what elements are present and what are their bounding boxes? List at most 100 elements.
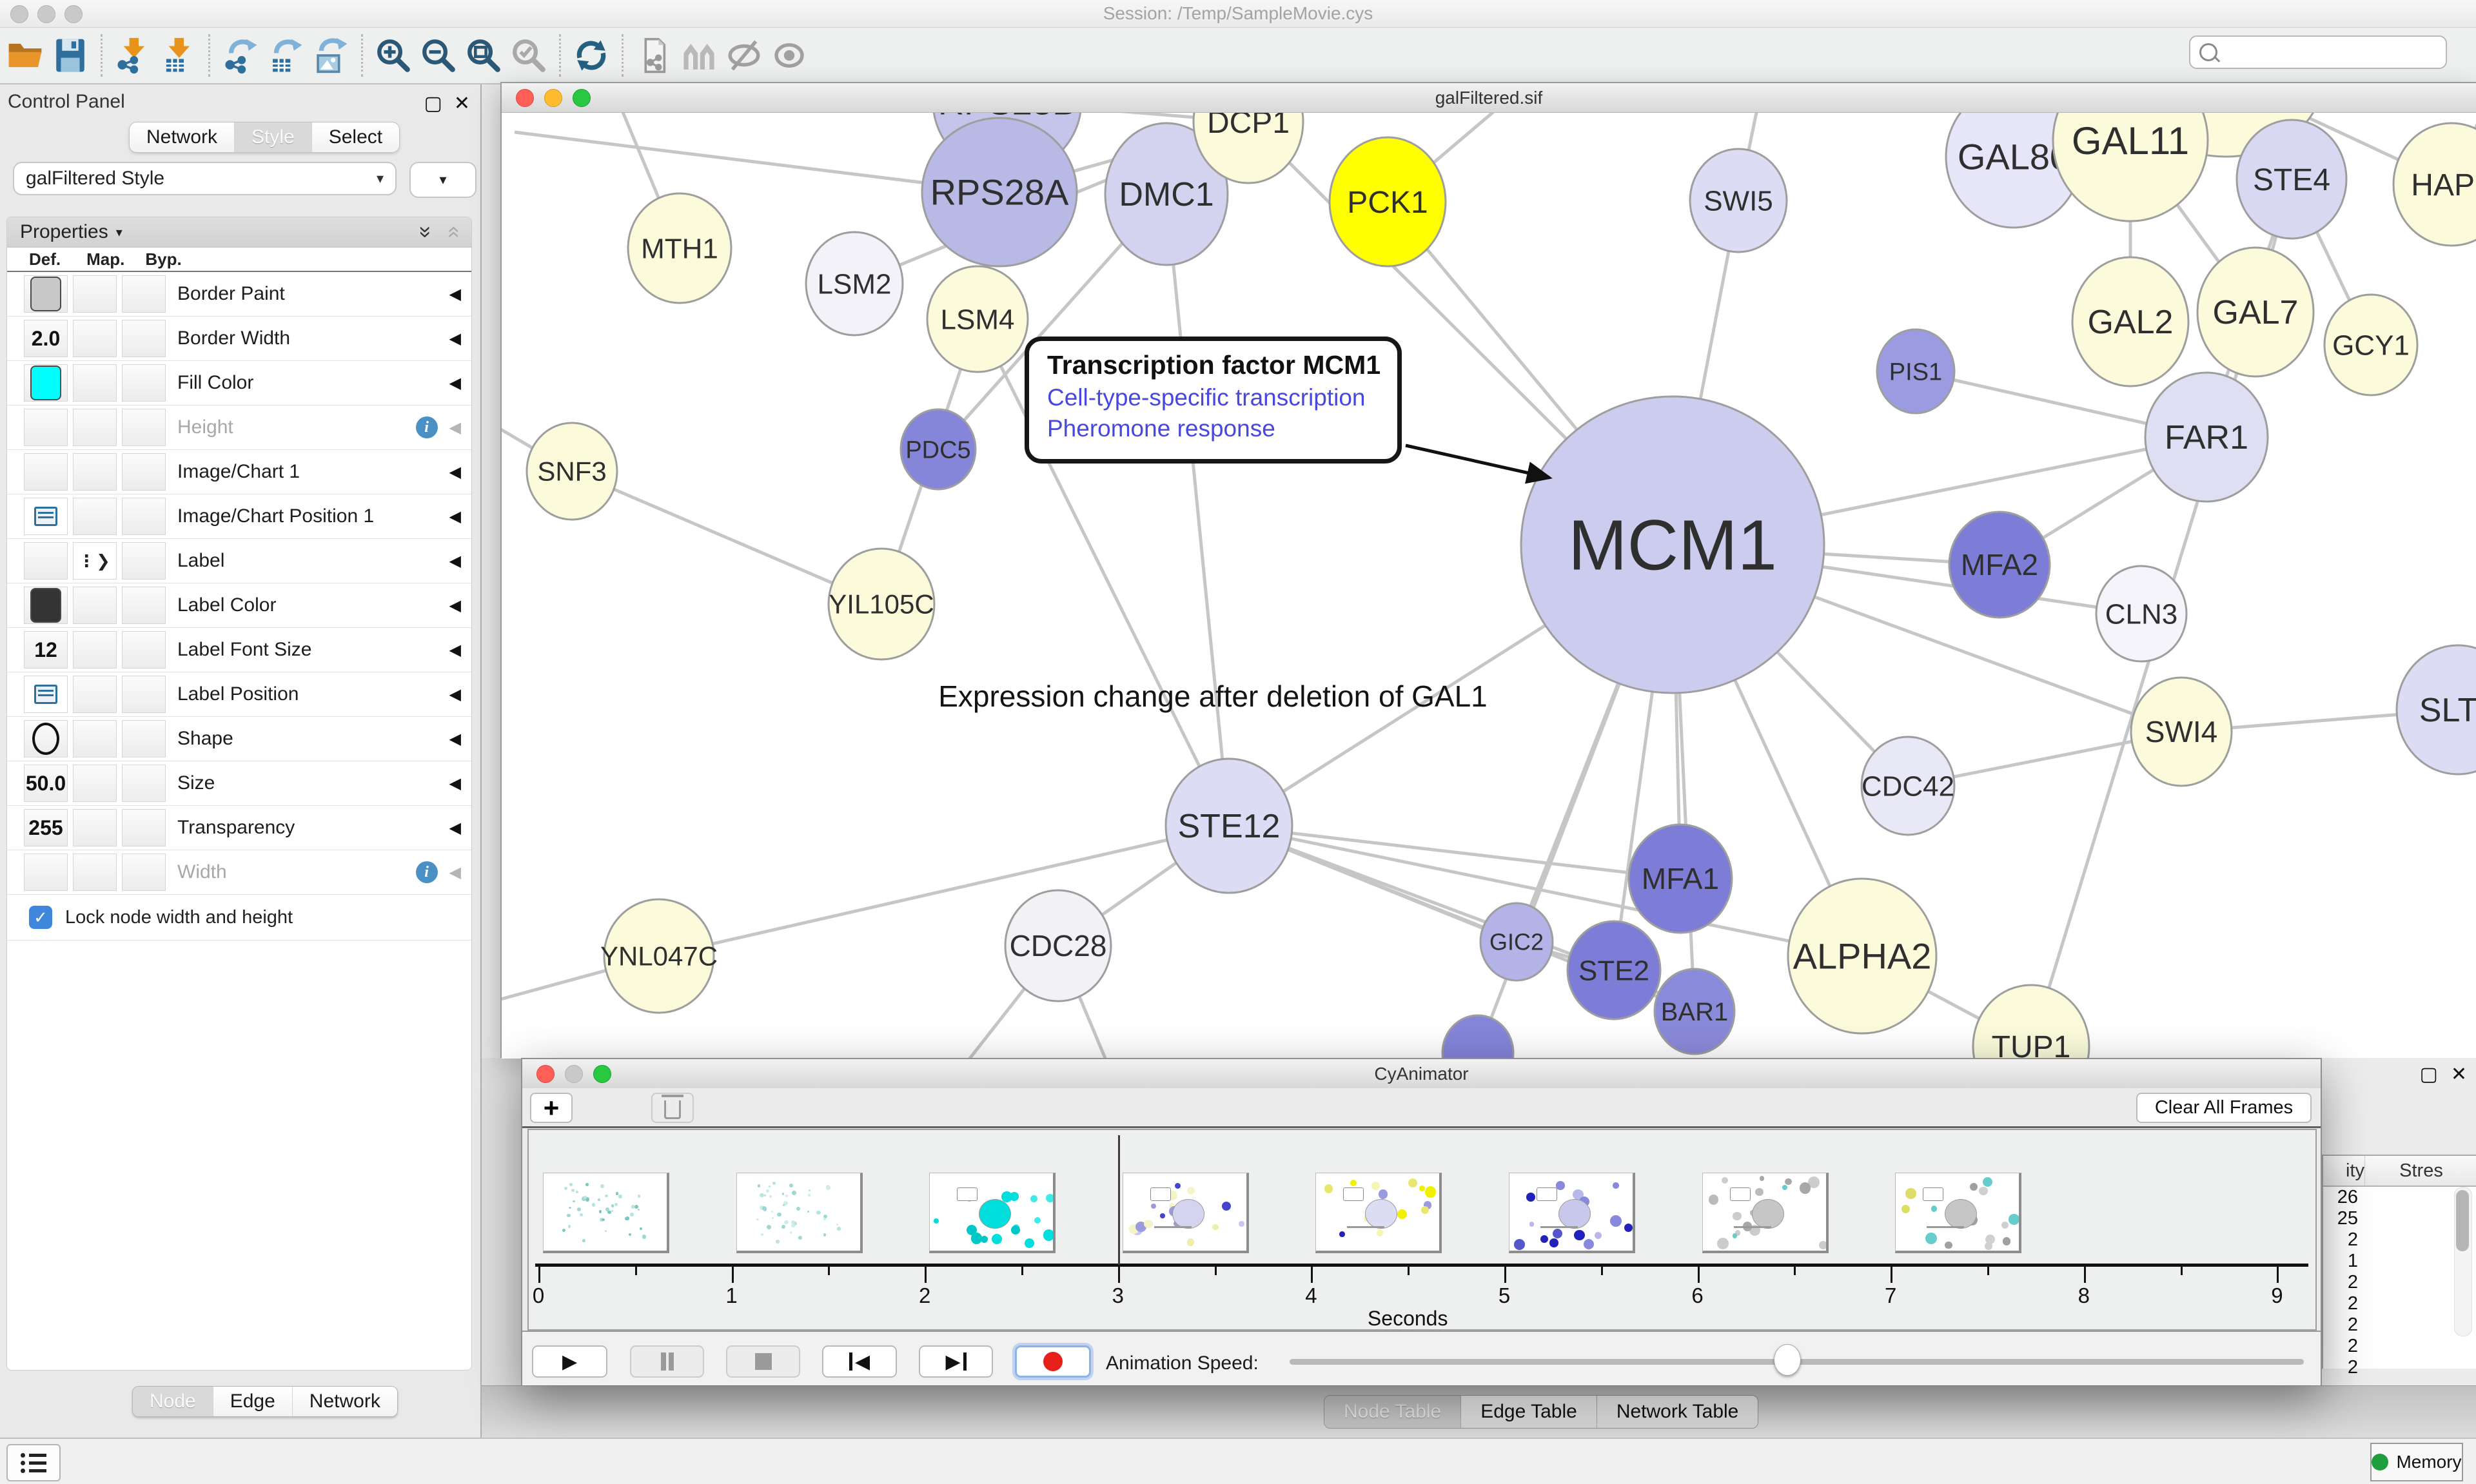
annotation-caption[interactable]: Expression change after deletion of GAL1: [897, 679, 1529, 714]
property-def-cell[interactable]: 255: [24, 809, 68, 846]
save-session-icon[interactable]: [48, 32, 93, 79]
property-byp-cell[interactable]: [122, 320, 166, 357]
property-byp-cell[interactable]: [122, 542, 166, 580]
open-session-icon[interactable]: [3, 32, 48, 79]
property-map-cell[interactable]: [73, 275, 117, 313]
expand-row-icon[interactable]: ◀: [449, 685, 461, 704]
import-network-icon[interactable]: [110, 32, 155, 79]
delete-frame-button[interactable]: [651, 1093, 694, 1123]
tab-node-table[interactable]: Node Table: [1324, 1396, 1461, 1428]
table-column-header[interactable]: Stres: [2365, 1156, 2476, 1186]
table-row[interactable]: 2: [2323, 1293, 2476, 1314]
property-byp-cell[interactable]: [122, 854, 166, 891]
memory-button[interactable]: Memory: [2370, 1443, 2463, 1481]
property-byp-cell[interactable]: [122, 498, 166, 535]
property-map-cell[interactable]: [73, 676, 117, 713]
collapse-all-icon[interactable]: »: [442, 226, 464, 239]
expand-row-icon[interactable]: ◀: [449, 552, 461, 571]
property-def-cell[interactable]: [24, 854, 68, 891]
tab-style[interactable]: Style: [235, 122, 312, 152]
search-input[interactable]: [2224, 41, 2439, 63]
expand-row-icon[interactable]: ◀: [449, 641, 461, 659]
tab-network[interactable]: Network: [130, 122, 235, 152]
timeline[interactable]: 0123456789Seconds: [527, 1129, 2317, 1331]
zoom-fit-icon[interactable]: [461, 32, 506, 79]
table-row[interactable]: 2: [2323, 1272, 2476, 1293]
property-map-cell[interactable]: [73, 498, 117, 535]
property-byp-cell[interactable]: [122, 453, 166, 491]
table-row[interactable]: 2: [2323, 1229, 2476, 1251]
frame-thumbnail-2[interactable]: [929, 1173, 1056, 1253]
tab-network-table[interactable]: Network Table: [1597, 1396, 1758, 1428]
expand-row-icon[interactable]: ◀: [449, 863, 461, 882]
property-map-cell[interactable]: [73, 765, 117, 802]
stop-button[interactable]: [726, 1345, 800, 1378]
tab-select[interactable]: Select: [312, 122, 399, 152]
property-map-cell[interactable]: ⋮❯: [73, 542, 117, 580]
table-row[interactable]: 25: [2323, 1208, 2476, 1229]
property-def-cell[interactable]: [24, 542, 68, 580]
property-byp-cell[interactable]: [122, 676, 166, 713]
property-byp-cell[interactable]: [122, 587, 166, 624]
property-byp-cell[interactable]: [122, 631, 166, 669]
property-def-cell[interactable]: [24, 498, 68, 535]
show-eye-icon[interactable]: [767, 32, 812, 79]
clear-all-frames-button[interactable]: Clear All Frames: [2136, 1093, 2312, 1123]
import-table-icon[interactable]: [155, 32, 201, 79]
tab-edge-style[interactable]: Edge: [213, 1387, 293, 1416]
property-map-cell[interactable]: [73, 809, 117, 846]
property-byp-cell[interactable]: [122, 765, 166, 802]
table-row[interactable]: 2: [2323, 1336, 2476, 1357]
property-def-cell[interactable]: [24, 676, 68, 713]
float-panel-icon[interactable]: ▢: [424, 92, 442, 115]
frame-thumbnail-1[interactable]: [736, 1173, 863, 1253]
tab-node-style[interactable]: Node: [133, 1387, 213, 1416]
cyanimator-titlebar[interactable]: CyAnimator: [522, 1059, 2321, 1089]
property-byp-cell[interactable]: [122, 720, 166, 757]
expand-row-icon[interactable]: ◀: [449, 819, 461, 837]
property-map-cell[interactable]: [73, 320, 117, 357]
expand-all-icon[interactable]: »: [415, 226, 437, 239]
table-scrollbar[interactable]: [2454, 1187, 2472, 1336]
network-node-kss1[interactable]: [1442, 1015, 1513, 1059]
add-frame-button[interactable]: +: [530, 1093, 573, 1123]
skip-start-button[interactable]: ◀: [822, 1345, 897, 1378]
property-map-cell[interactable]: [73, 364, 117, 402]
export-table-icon[interactable]: [263, 32, 308, 79]
style-selector[interactable]: galFiltered Style ▾: [13, 162, 397, 195]
property-def-cell[interactable]: [24, 364, 68, 402]
network-canvas[interactable]: RPS28BRPS28ADMC1DCP1PCK1SWI5GAL80GAL11ST…: [502, 113, 2476, 1059]
annotation-box[interactable]: Transcription factor MCM1 Cell-type-spec…: [1025, 337, 1402, 464]
tab-edge-table[interactable]: Edge Table: [1461, 1396, 1597, 1428]
property-map-cell[interactable]: [73, 453, 117, 491]
scrollbar-thumb[interactable]: [2456, 1190, 2469, 1251]
table-row[interactable]: 1: [2323, 1251, 2476, 1272]
frame-thumbnail-4[interactable]: [1315, 1173, 1442, 1253]
expand-row-icon[interactable]: ◀: [449, 596, 461, 615]
expand-row-icon[interactable]: ◀: [449, 774, 461, 793]
frame-thumbnail-3[interactable]: [1123, 1173, 1249, 1253]
table-row[interactable]: 2: [2323, 1357, 2476, 1378]
expand-row-icon[interactable]: ◀: [449, 507, 461, 526]
apply-layout-icon[interactable]: [569, 32, 614, 79]
frame-thumbnail-0[interactable]: [543, 1173, 669, 1253]
frame-thumbnail-7[interactable]: [1895, 1173, 2021, 1253]
property-def-cell[interactable]: [24, 720, 68, 757]
expand-row-icon[interactable]: ◀: [449, 418, 461, 437]
pause-button[interactable]: [630, 1345, 704, 1378]
export-image-icon[interactable]: [308, 32, 353, 79]
lock-size-checkbox[interactable]: ✓: [29, 906, 52, 929]
close-panel-icon[interactable]: ✕: [454, 92, 470, 115]
property-def-cell[interactable]: 50.0: [24, 765, 68, 802]
play-button[interactable]: ▶: [532, 1345, 607, 1378]
property-def-cell[interactable]: [24, 409, 68, 446]
skip-end-button[interactable]: ▶: [919, 1345, 993, 1378]
tab-network-style[interactable]: Network: [293, 1387, 397, 1416]
property-def-cell[interactable]: 12: [24, 631, 68, 669]
export-network-icon[interactable]: [218, 32, 263, 79]
property-def-cell[interactable]: [24, 587, 68, 624]
expand-row-icon[interactable]: ◀: [449, 463, 461, 482]
float-panel-icon[interactable]: ▢: [2420, 1063, 2438, 1086]
zoom-out-icon[interactable]: [416, 32, 461, 79]
network-window-titlebar[interactable]: galFiltered.sif: [502, 83, 2476, 113]
